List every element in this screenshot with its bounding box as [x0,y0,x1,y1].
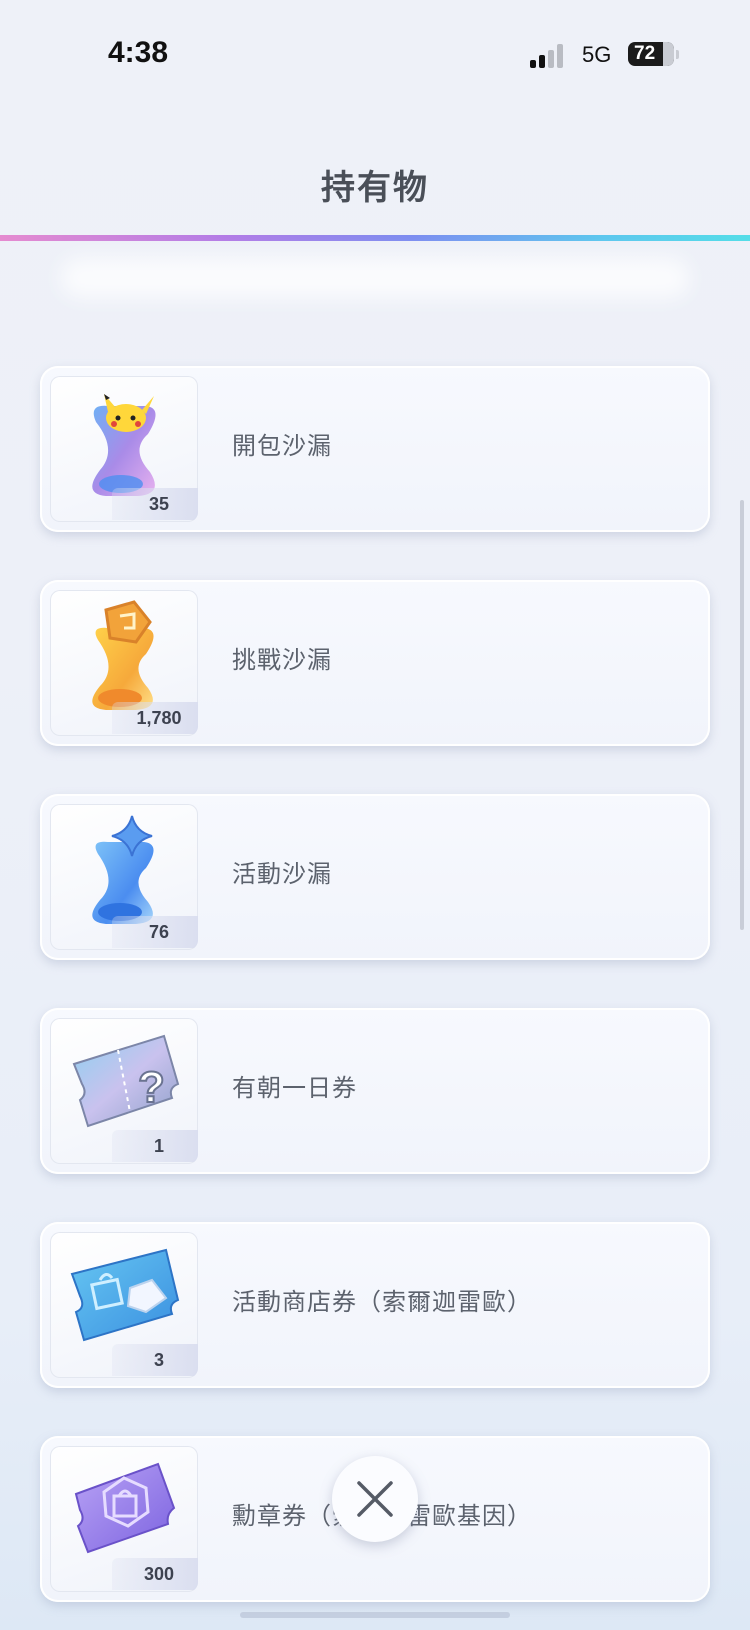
item-label: 開包沙漏 [232,432,332,460]
item-label: 活動沙漏 [232,860,332,888]
item-label: 有朝一日券 [232,1074,357,1102]
item-label: 挑戰沙漏 [232,646,332,674]
scrollbar[interactable] [740,500,744,930]
item-count: 35 [112,488,198,520]
battery-percent: 72 [634,43,656,64]
header-divider [0,235,750,241]
item-count: 3 [112,1344,198,1376]
item-count: 1 [112,1130,198,1162]
item-count: 1,780 [112,702,198,734]
item-thumbnail: ? 1 [50,1018,198,1164]
item-count: 300 [112,1558,198,1590]
status-bar: 4:38 5G 72 [0,0,750,110]
home-indicator[interactable] [240,1612,510,1618]
close-icon [357,1481,393,1517]
item-thumbnail: 300 [50,1446,198,1592]
event-hourglass-icon [92,815,154,924]
page-title: 持有物 [321,168,429,208]
list-item-event-hourglass[interactable]: 76 活動沙漏 [40,794,710,960]
item-thumbnail: 3 [50,1232,198,1378]
list-item-event-shop-ticket[interactable]: 3 活動商店券（索爾迦雷歐） [40,1222,710,1388]
battery-icon: 72 [628,42,674,66]
battery-tip [676,50,679,59]
item-count: 76 [112,916,198,948]
medal-ticket-icon [74,1462,176,1554]
item-thumbnail: 76 [50,804,198,950]
header-glow [60,258,690,298]
someday-ticket-icon: ? [72,1034,180,1128]
signal-icon [530,44,570,68]
challenge-hourglass-icon [92,600,154,710]
item-label: 活動商店券（索爾迦雷歐） [232,1288,532,1316]
network-type: 5G [582,42,612,67]
pack-hourglass-icon [92,394,156,496]
svg-text:?: ? [138,1063,165,1112]
list-item-pack-hourglass[interactable]: 35 開包沙漏 [40,366,710,532]
item-thumbnail: 1,780 [50,590,198,736]
event-shop-ticket-icon [70,1248,180,1342]
status-time: 4:38 [108,36,169,69]
close-button[interactable] [332,1456,418,1542]
list-item-someday-ticket[interactable]: ? 1 有朝一日券 [40,1008,710,1174]
list-item-challenge-hourglass[interactable]: 1,780 挑戰沙漏 [40,580,710,746]
item-thumbnail: 35 [50,376,198,522]
